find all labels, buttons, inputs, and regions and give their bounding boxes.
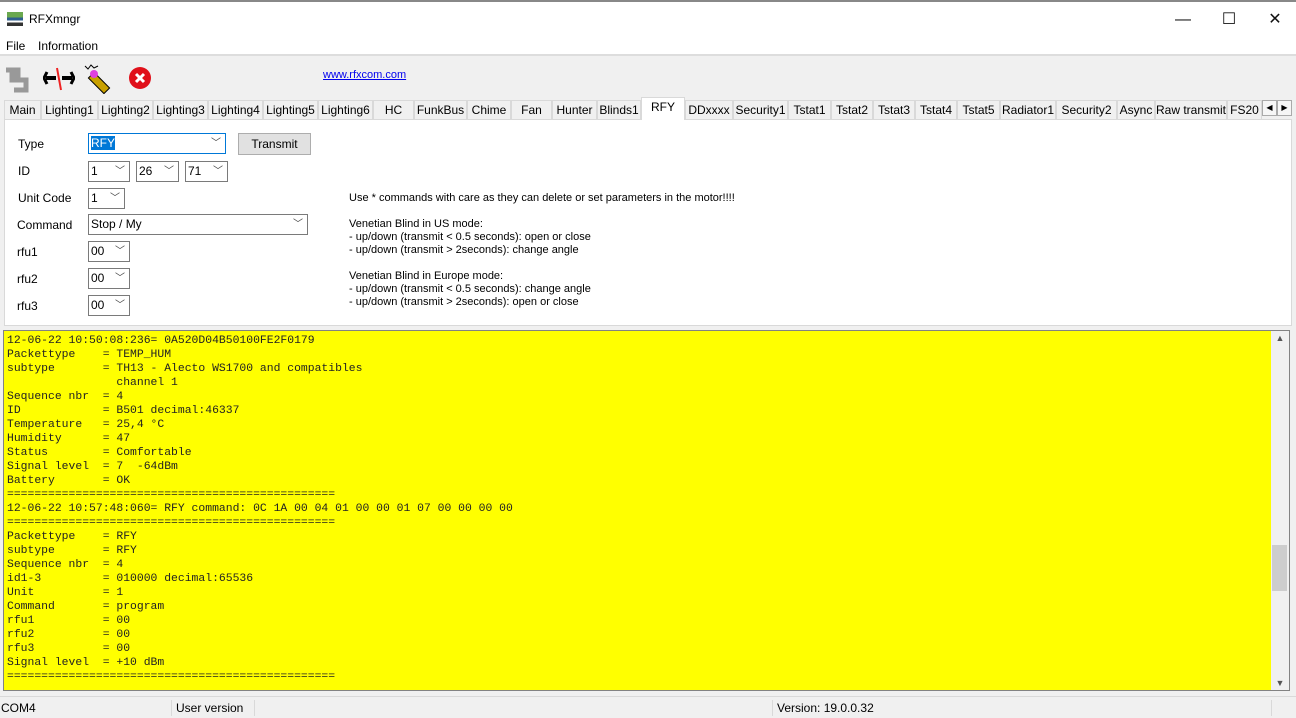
tab-ddxxxx[interactable]: DDxxxx: [685, 100, 733, 119]
connect-icon[interactable]: [3, 62, 35, 94]
id1-value: 1: [91, 164, 98, 178]
status-bar: COM4 User version Version: 19.0.0.32: [0, 696, 1296, 718]
status-edition: User version: [175, 700, 255, 716]
scroll-down-icon[interactable]: ▼: [1271, 678, 1289, 688]
menu-file[interactable]: File: [6, 39, 25, 53]
chevron-down-icon: ﹀: [211, 138, 221, 149]
tab-lighting5[interactable]: Lighting5: [263, 100, 318, 119]
tab-fan[interactable]: Fan: [511, 100, 552, 119]
chevron-down-icon: ﹀: [164, 166, 174, 177]
menu-bar: File Information: [0, 36, 1296, 56]
tab-tstat5[interactable]: Tstat5: [957, 100, 1000, 119]
tab-security1[interactable]: Security1: [733, 100, 788, 119]
rfu2-value: 00: [91, 271, 105, 285]
rfu3-select[interactable]: 00 ﹀: [88, 295, 130, 316]
chevron-down-icon: ﹀: [110, 193, 120, 204]
tab-strip: ◀ ▶ Main Lighting1 Lighting2 Lighting3 Light…: [0, 97, 1296, 120]
tab-security2[interactable]: Security2: [1056, 100, 1117, 119]
status-empty-panel: [258, 700, 773, 716]
tab-tstat3[interactable]: Tstat3: [873, 100, 915, 119]
chevron-down-icon: ﹀: [115, 166, 125, 177]
toolbar: www.rfxcom.com: [0, 58, 1296, 98]
menu-information[interactable]: Information: [38, 39, 98, 53]
receiver-icon[interactable]: [83, 62, 115, 94]
tab-hunter[interactable]: Hunter: [552, 100, 597, 119]
scroll-thumb[interactable]: [1272, 544, 1287, 591]
chevron-down-icon: ﹀: [293, 219, 303, 230]
rfu2-label: rfu2: [17, 272, 38, 286]
command-value: Stop / My: [91, 217, 142, 231]
id3-value: 71: [188, 164, 202, 178]
id-label: ID: [18, 164, 30, 178]
command-select[interactable]: Stop / My ﹀: [88, 214, 308, 235]
tab-tstat1[interactable]: Tstat1: [788, 100, 831, 119]
chevron-down-icon: ﹀: [115, 246, 125, 257]
type-label: Type: [18, 137, 45, 151]
tab-chime[interactable]: Chime: [467, 100, 511, 119]
tab-main[interactable]: Main: [4, 100, 41, 119]
stop-icon[interactable]: [125, 62, 157, 94]
unit-code-select[interactable]: 1 ﹀: [88, 188, 125, 209]
id2-value: 26: [139, 164, 153, 178]
rfxcom-link[interactable]: www.rfxcom.com: [323, 69, 406, 81]
chevron-down-icon: ﹀: [213, 166, 223, 177]
id1-select[interactable]: 1 ﹀: [88, 161, 130, 182]
rfu2-select[interactable]: 00 ﹀: [88, 268, 130, 289]
tab-blinds1[interactable]: Blinds1: [597, 100, 641, 119]
rfy-panel: Type RFY ﹀ Transmit ID 1 ﹀ 26 ﹀ 71 ﹀ Unit Co…: [4, 119, 1292, 326]
rfy-usage-notes: Use * commands with care as they can del…: [349, 192, 735, 308]
chevron-down-icon: ﹀: [115, 300, 125, 311]
unit-code-label: Unit Code: [18, 191, 72, 205]
type-select[interactable]: RFY ﹀: [88, 133, 226, 154]
transmit-button[interactable]: Transmit: [238, 133, 311, 155]
tab-scroll-right-button[interactable]: ▶: [1277, 100, 1292, 116]
tab-lighting1[interactable]: Lighting1: [41, 100, 98, 119]
close-button[interactable]: ✕: [1252, 6, 1296, 36]
tab-hc[interactable]: HC: [373, 100, 414, 119]
tab-lighting6[interactable]: Lighting6: [318, 100, 373, 119]
tab-lighting3[interactable]: Lighting3: [153, 100, 208, 119]
tab-scroll-arrows: ◀ ▶: [1262, 100, 1292, 116]
rfu1-label: rfu1: [17, 245, 38, 259]
log-text: 12-06-22 10:50:08:236= 0A520D04B50100FE2…: [7, 335, 513, 683]
rfu1-value: 00: [91, 244, 105, 258]
rfu3-value: 00: [91, 298, 105, 312]
command-label: Command: [17, 218, 73, 232]
tab-tstat4[interactable]: Tstat4: [915, 100, 957, 119]
id3-select[interactable]: 71 ﹀: [185, 161, 228, 182]
id2-select[interactable]: 26 ﹀: [136, 161, 179, 182]
log-scrollbar[interactable]: ▲ ▼: [1271, 331, 1289, 690]
tab-radiator1[interactable]: Radiator1: [1000, 100, 1056, 119]
window-title: RFXmngr: [29, 12, 81, 26]
app-logo-icon: [7, 12, 23, 26]
tab-tstat2[interactable]: Tstat2: [831, 100, 873, 119]
title-bar: RFXmngr — ☐ ✕: [0, 6, 1296, 36]
minimize-button[interactable]: —: [1160, 6, 1206, 36]
message-log[interactable]: 12-06-22 10:50:08:236= 0A520D04B50100FE2…: [3, 330, 1290, 691]
tab-lighting4[interactable]: Lighting4: [208, 100, 263, 119]
tab-rfy[interactable]: RFY: [641, 97, 685, 120]
rfu3-label: rfu3: [17, 299, 38, 313]
type-value: RFY: [91, 136, 115, 150]
tab-funkbus[interactable]: FunkBus: [414, 100, 467, 119]
status-version: Version: 19.0.0.32: [776, 700, 1272, 716]
unit-code-value: 1: [91, 191, 98, 205]
maximize-button[interactable]: ☐: [1206, 6, 1252, 36]
tab-scroll-left-button[interactable]: ◀: [1262, 100, 1277, 116]
chevron-down-icon: ﹀: [115, 273, 125, 284]
disconnect-icon[interactable]: [43, 62, 75, 94]
tab-async[interactable]: Async: [1117, 100, 1155, 119]
status-port: COM4: [0, 700, 172, 716]
tab-fs20[interactable]: FS20: [1227, 100, 1262, 119]
tab-lighting2[interactable]: Lighting2: [98, 100, 153, 119]
scroll-up-icon[interactable]: ▲: [1271, 333, 1289, 343]
rfu1-select[interactable]: 00 ﹀: [88, 241, 130, 262]
tab-raw-transmit[interactable]: Raw transmit: [1155, 100, 1227, 119]
